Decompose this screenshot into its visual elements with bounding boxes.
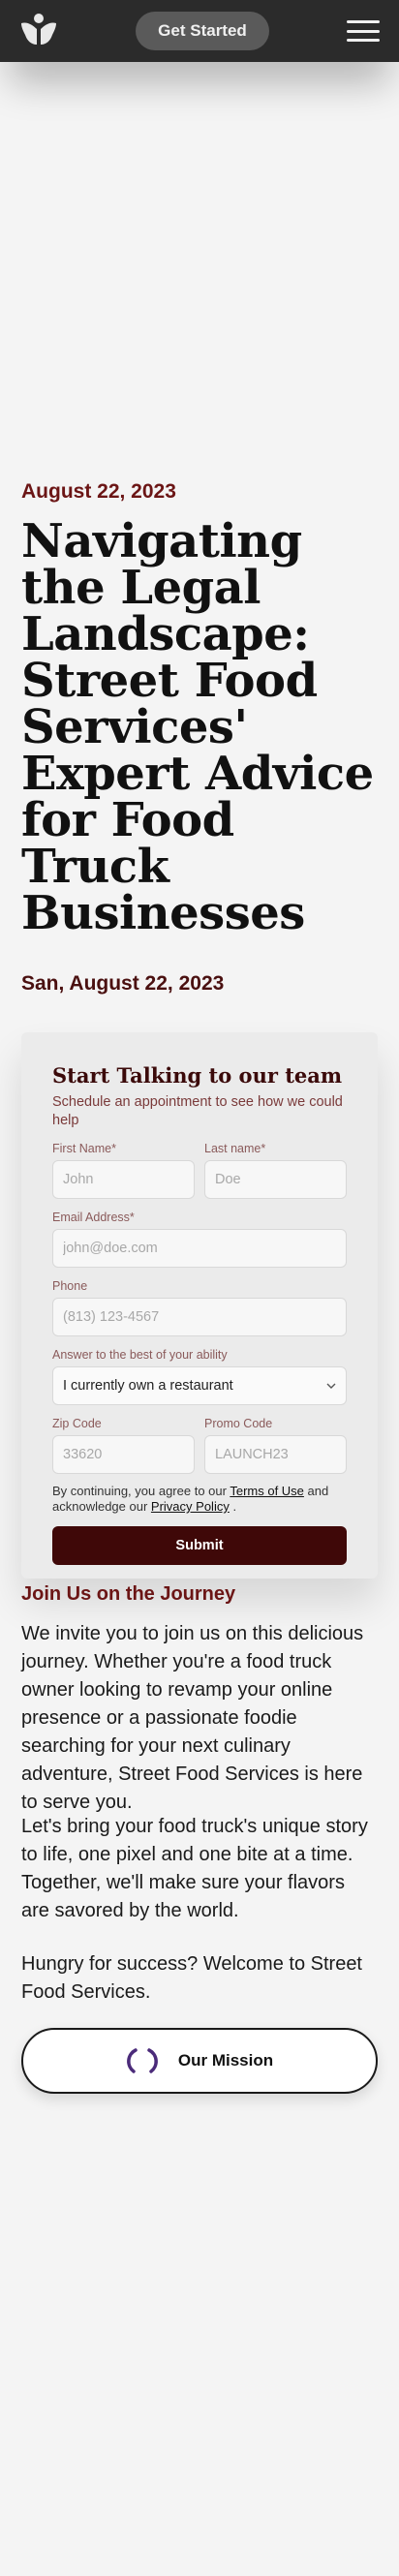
phone-label: Phone	[52, 1279, 88, 1293]
ability-select-value: I currently own a restaurant	[63, 1378, 233, 1394]
consent-suffix: .	[232, 1499, 237, 1514]
consent-text: By continuing, you agree to our Terms of…	[52, 1484, 347, 1515]
article-title: Navigating the Legal Landscape: Street F…	[21, 514, 374, 940]
chevron-down-icon	[326, 1383, 336, 1389]
hamburger-menu-icon[interactable]	[347, 20, 380, 42]
last-name-input[interactable]	[204, 1160, 347, 1199]
first-name-input[interactable]	[52, 1160, 195, 1199]
phone-input[interactable]	[52, 1298, 347, 1336]
loading-spinner-icon	[126, 2048, 158, 2073]
last-name-label: Last name*	[204, 1142, 266, 1155]
zip-label: Zip Code	[52, 1417, 102, 1430]
form-title: Start Talking to our team	[52, 1063, 343, 1088]
ability-select[interactable]: I currently own a restaurant	[52, 1366, 347, 1405]
first-name-label: First Name*	[52, 1142, 116, 1155]
journey-paragraph-2: Let's bring your food truck's unique sto…	[21, 1816, 368, 1921]
journey-heading: Join Us on the Journey	[21, 1583, 236, 1605]
journey-paragraph-1: We invite you to join us on this delicio…	[21, 1623, 364, 1813]
contact-form-card: Start Talking to our team Schedule an ap…	[21, 1032, 378, 1579]
consent-prefix: By continuing, you agree to our	[52, 1484, 227, 1498]
terms-link[interactable]: Terms of Use	[230, 1484, 304, 1498]
brand-logo-icon[interactable]	[19, 12, 58, 50]
site-header: Get Started	[0, 0, 399, 62]
form-subtitle: Schedule an appointment to see how we co…	[52, 1094, 343, 1128]
article-date: August 22, 2023	[21, 480, 176, 503]
submit-button[interactable]: Submit	[52, 1526, 347, 1565]
zip-input[interactable]	[52, 1435, 195, 1474]
privacy-link[interactable]: Privacy Policy	[151, 1499, 230, 1514]
journey-paragraph-3: Hungry for success? Welcome to Street Fo…	[21, 1953, 362, 2003]
article-date-secondary: San, August 22, 2023	[21, 972, 225, 995]
email-label: Email Address*	[52, 1211, 135, 1224]
promo-label: Promo Code	[204, 1417, 273, 1430]
get-started-button[interactable]: Get Started	[136, 12, 269, 50]
ability-label: Answer to the best of your ability	[52, 1348, 228, 1362]
promo-input[interactable]	[204, 1435, 347, 1474]
our-mission-button[interactable]: Our Mission	[21, 2028, 378, 2094]
email-input[interactable]	[52, 1229, 347, 1268]
our-mission-label: Our Mission	[177, 2051, 274, 2070]
